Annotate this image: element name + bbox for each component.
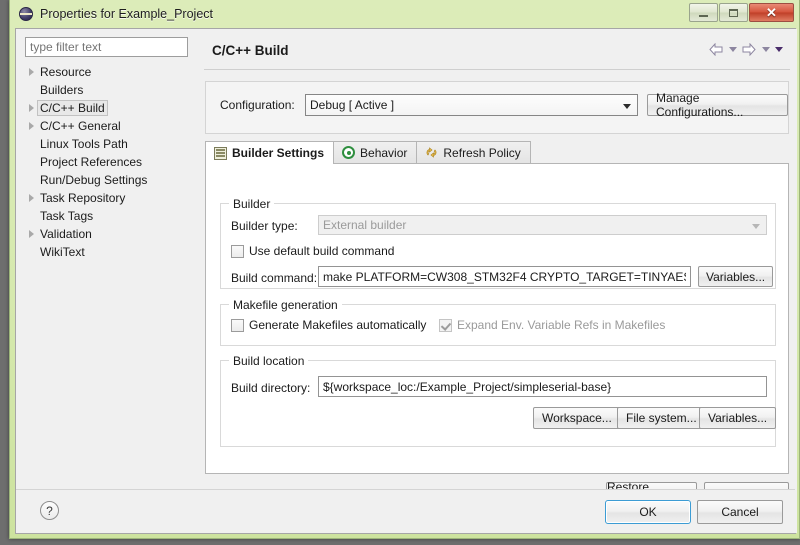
file-system-button[interactable]: File system...: [617, 407, 706, 429]
restore-button[interactable]: [719, 3, 748, 22]
behavior-target-icon: [342, 146, 356, 159]
expand-arrow-icon[interactable]: [25, 194, 37, 202]
help-icon[interactable]: ?: [40, 501, 59, 520]
properties-dialog-window: Properties for Example_Project ✕ Resourc…: [9, 0, 800, 539]
sidebar-item-label: Linux Tools Path: [40, 137, 128, 151]
sidebar-item-label: Run/Debug Settings: [40, 173, 148, 187]
sidebar-item-task-repository[interactable]: Task Repository: [25, 189, 191, 207]
page-title: C/C++ Build: [212, 43, 289, 58]
forward-arrow-icon[interactable]: [742, 43, 757, 56]
settings-tree: Resource Builders C/C++ Build C/C++ Gene…: [25, 63, 191, 261]
build-location-variables-button[interactable]: Variables...: [699, 407, 777, 429]
build-directory-input[interactable]: [318, 376, 767, 397]
dialog-client-area: Resource Builders C/C++ Build C/C++ Gene…: [15, 28, 797, 534]
build-location-group-title: Build location: [229, 354, 309, 368]
sidebar-item-project-references[interactable]: Project References: [25, 153, 191, 171]
sidebar-item-linux-tools-path[interactable]: Linux Tools Path: [25, 135, 191, 153]
configuration-value: Debug [ Active ]: [310, 98, 395, 112]
ok-button[interactable]: OK: [605, 500, 691, 524]
workspace-button[interactable]: Workspace...: [533, 407, 621, 429]
settings-content-panel: C/C++ Build Configuration: Debug [Activ…: [196, 29, 797, 533]
cancel-button[interactable]: Cancel: [697, 500, 783, 524]
checkbox-label: Use default build command: [249, 244, 395, 258]
sidebar-item-label: Task Tags: [40, 209, 94, 223]
builder-settings-panel: Builder Builder type: External builder U…: [205, 164, 789, 474]
eclipse-sphere-icon: [19, 7, 33, 21]
builder-group: Builder Builder type: External builder U…: [220, 197, 776, 289]
expand-arrow-icon[interactable]: [25, 68, 37, 76]
title-bar: Properties for Example_Project ✕: [10, 0, 799, 28]
tab-refresh-policy[interactable]: Refresh Policy: [416, 141, 531, 163]
back-menu-chevron-down-icon[interactable]: [729, 47, 737, 52]
makefile-group-title: Makefile generation: [229, 298, 342, 312]
builder-settings-icon: [214, 146, 227, 160]
build-location-group: Build location Build directory: Workspac…: [220, 354, 777, 447]
forward-menu-chevron-down-icon[interactable]: [762, 47, 770, 52]
back-arrow-icon[interactable]: [709, 43, 724, 56]
build-command-variables-button[interactable]: Variables...: [698, 266, 774, 287]
build-command-label: Build command:: [231, 271, 318, 285]
sidebar-item-label: C/C++ General: [40, 119, 121, 133]
checkbox-box: [439, 318, 452, 332]
sidebar-item-run-debug-settings[interactable]: Run/Debug Settings: [25, 171, 191, 189]
sidebar-item-label: C/C++ Build: [37, 100, 108, 116]
minimize-icon: [699, 14, 708, 17]
checkbox-box: [231, 244, 244, 258]
sidebar-item-cpp-general[interactable]: C/C++ General: [25, 117, 191, 135]
makefile-generation-group: Makefile generation Generate Makefiles a…: [220, 298, 776, 346]
builder-group-title: Builder: [229, 197, 275, 211]
generate-makefiles-checkbox[interactable]: Generate Makefiles automatically: [231, 318, 426, 332]
sidebar-item-cpp-build[interactable]: C/C++ Build: [25, 99, 191, 117]
builder-type-label: Builder type:: [231, 219, 298, 233]
close-button[interactable]: ✕: [749, 3, 794, 22]
filter-input[interactable]: [25, 37, 188, 57]
overflow-menu-chevron-down-icon[interactable]: [775, 47, 783, 52]
expand-env-refs-checkbox: Expand Env. Variable Refs in Makefiles: [439, 318, 665, 332]
sidebar-item-label: Builders: [40, 83, 84, 97]
chevron-down-icon: [623, 104, 631, 109]
expand-arrow-icon[interactable]: [25, 122, 37, 130]
configuration-group: Configuration: Debug [ Active ] Manage C…: [205, 81, 789, 134]
checkbox-label: Expand Env. Variable Refs in Makefiles: [457, 318, 666, 332]
configuration-label: Configuration:: [220, 98, 295, 112]
checkbox-box: [231, 318, 244, 332]
sidebar-item-resource[interactable]: Resource: [25, 63, 191, 81]
expand-arrow-icon[interactable]: [25, 230, 37, 238]
checkbox-label: Generate Makefiles automatically: [249, 318, 427, 332]
tab-strip: Builder Settings Behavior Refresh Policy: [205, 141, 789, 164]
chevron-down-icon: [752, 224, 760, 229]
manage-configurations-button[interactable]: Manage Configurations...: [647, 91, 788, 119]
sidebar-item-task-tags[interactable]: Task Tags: [25, 207, 191, 225]
sidebar-item-builders[interactable]: Builders: [25, 81, 191, 99]
sidebar-item-label: Task Repository: [40, 191, 126, 205]
restore-icon: [729, 8, 738, 17]
tab-label: Refresh Policy: [443, 145, 521, 160]
tab-builder-settings[interactable]: Builder Settings: [205, 141, 335, 164]
title-divider: [204, 69, 790, 70]
close-icon: ✕: [766, 5, 777, 20]
tab-label: Behavior: [360, 145, 408, 160]
tab-label: Builder Settings: [232, 146, 325, 160]
builder-type-value: External builder: [323, 218, 407, 232]
sidebar-item-label: Resource: [40, 65, 92, 79]
sidebar-item-label: Validation: [40, 227, 92, 241]
window-controls: ✕: [689, 3, 794, 22]
settings-tree-panel: Resource Builders C/C++ Build C/C++ Gene…: [16, 29, 196, 533]
sidebar-item-wikitext[interactable]: WikiText: [25, 243, 191, 261]
builder-type-select: External builder: [318, 215, 767, 235]
build-command-input[interactable]: [318, 266, 691, 287]
configuration-select[interactable]: Debug [ Active ]: [305, 94, 638, 116]
expand-arrow-icon[interactable]: [25, 104, 37, 112]
navigation-arrows: [709, 43, 783, 56]
minimize-button[interactable]: [689, 3, 718, 22]
window-title: Properties for Example_Project: [40, 7, 213, 21]
sidebar-item-label: WikiText: [40, 245, 85, 259]
sidebar-item-label: Project References: [40, 155, 143, 169]
build-directory-label: Build directory:: [231, 381, 311, 395]
sidebar-item-validation[interactable]: Validation: [25, 225, 191, 243]
tab-behavior[interactable]: Behavior: [333, 141, 418, 163]
refresh-policy-icon: [425, 146, 438, 159]
use-default-build-command-checkbox[interactable]: Use default build command: [231, 244, 394, 258]
dialog-button-bar: ? OK Cancel: [16, 489, 795, 533]
